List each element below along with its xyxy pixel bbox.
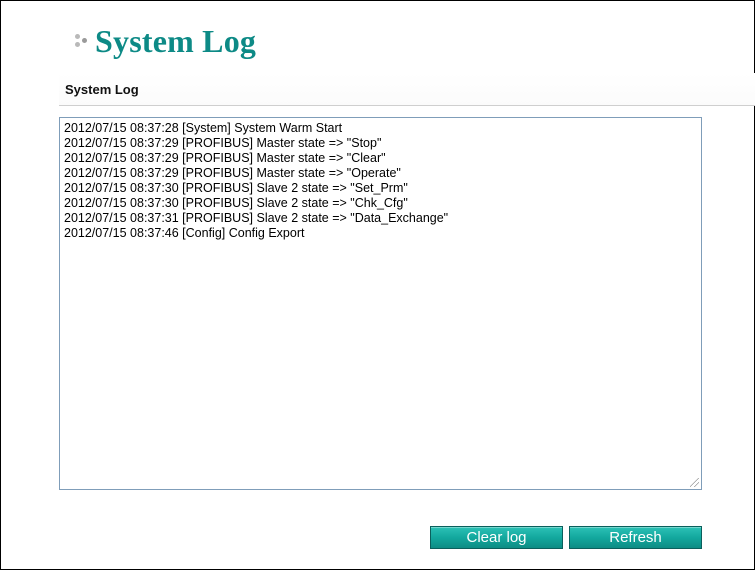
log-line: 2012/07/15 08:37:28 [System] System Warm… xyxy=(64,121,343,135)
section-header: System Log xyxy=(59,73,755,106)
log-line: 2012/07/15 08:37:31 [PROFIBUS] Slave 2 s… xyxy=(64,211,449,225)
section-title: System Log xyxy=(65,82,139,97)
log-line: 2012/07/15 08:37:46 [Config] Config Expo… xyxy=(64,226,305,240)
bullet-dots-icon xyxy=(73,29,93,53)
refresh-button[interactable]: Refresh xyxy=(569,526,702,549)
page-title: System Log xyxy=(95,22,257,59)
system-log-textarea[interactable]: 2012/07/15 08:37:28 [System] System Warm… xyxy=(59,117,702,490)
log-line: 2012/07/15 08:37:29 [PROFIBUS] Master st… xyxy=(64,166,401,180)
log-line: 2012/07/15 08:37:30 [PROFIBUS] Slave 2 s… xyxy=(64,181,408,195)
log-line: 2012/07/15 08:37:30 [PROFIBUS] Slave 2 s… xyxy=(64,196,408,210)
log-line: 2012/07/15 08:37:29 [PROFIBUS] Master st… xyxy=(64,151,386,165)
page-header: System Log xyxy=(73,19,256,63)
clear-log-button[interactable]: Clear log xyxy=(430,526,563,549)
page-frame: System Log System Log 2012/07/15 08:37:2… xyxy=(0,0,755,570)
log-line: 2012/07/15 08:37:29 [PROFIBUS] Master st… xyxy=(64,136,382,150)
resize-grip-icon[interactable] xyxy=(690,478,699,487)
